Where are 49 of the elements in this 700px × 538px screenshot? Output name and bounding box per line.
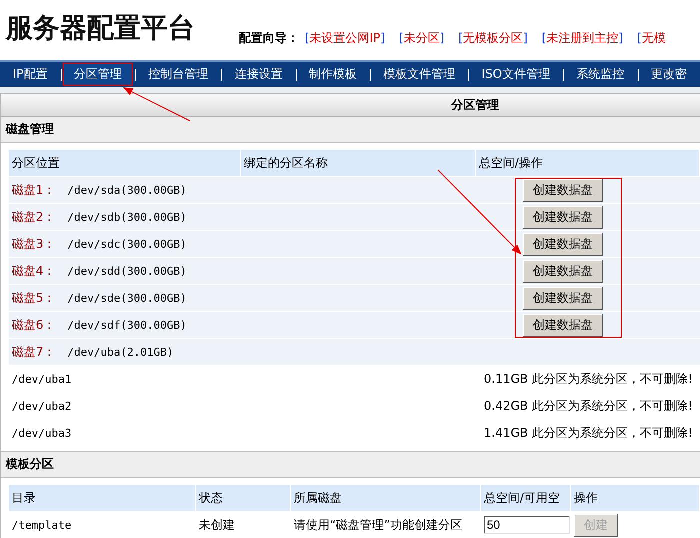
disk-cell-text: 磁盘2： /dev/sdb(300.00GB) [11,208,188,226]
guide-link[interactable]: [无模板分区] [458,30,528,47]
disk-cell-text: 磁盘3： /dev/sdc(300.00GB) [11,236,188,252]
create-disk-button[interactable]: 创建数据盘 [523,178,603,202]
table-cell-text: /template [11,518,73,532]
page-title: 服务器配置平台 [6,12,195,46]
column-header: 绑定的分区名称 [241,150,476,176]
nav-tab[interactable]: 更改密 [640,63,698,86]
nav-tab[interactable]: 制作模板 [298,63,368,86]
disk-cell-text: 磁盘6： /dev/sdf(300.00GB) [11,316,188,334]
guide-link[interactable]: [未注册到主控] [542,30,624,47]
nav-tab[interactable]: 控制台管理 [137,63,220,86]
disk-cell-text: 磁盘1： /dev/sda(300.00GB) [11,182,188,198]
create-disk-button[interactable]: 创建数据盘 [523,260,603,282]
create-disk-button[interactable]: 创建数据盘 [523,232,603,256]
column-header: 总空间/操作 [476,150,700,176]
section-title: 模板分区 [1,451,700,478]
partition-path: /dev/uba3 [11,426,73,440]
partition-path: /dev/uba1 [11,372,73,386]
column-header: 总空间/可用空 [481,485,571,511]
disk-cell-text: 磁盘4： /dev/sdd(300.00GB) [11,262,188,280]
column-header: 所属磁盘 [291,485,481,511]
guide-link[interactable]: [未设置公网IP] [305,30,386,47]
partition-info: 1.41GB 此分区为系统分区，不可删除! [483,424,694,442]
nav-tab[interactable]: 连接设置 [224,63,294,86]
column-header: 操作 [571,485,700,511]
nav-tab[interactable]: 系统监控 [566,63,636,86]
table-cell-text: 请使用“磁盘管理”功能创建分区 [293,516,464,534]
panel-title: 分区管理 [1,94,700,117]
nav-tab[interactable]: 模板文件管理 [372,63,466,86]
table-cell-text: 未创建 [198,516,236,534]
disk-cell-text: 磁盘7： /dev/uba(2.01GB) [11,344,175,360]
disk-cell-text: 磁盘5： /dev/sde(300.00GB) [11,290,188,306]
partition-info: 0.11GB 此分区为系统分区，不可删除! [483,370,694,388]
create-disk-button[interactable]: 创建数据盘 [523,206,603,228]
create-disk-button[interactable]: 创建数据盘 [523,286,603,310]
partition-path: /dev/uba2 [11,400,73,412]
create-disk-button[interactable]: 创建数据盘 [523,314,603,336]
section-title: 磁盘管理 [1,117,700,143]
guide-link[interactable]: [无模 [637,30,666,47]
nav-tab[interactable]: IP配置 [2,63,59,86]
partition-info: 0.42GB 此分区为系统分区，不可删除! [483,398,694,414]
annotation-arrow [123,88,190,122]
guide-label: 配置向导： [239,30,299,47]
nav-tab[interactable]: 分区管理 [63,63,134,86]
column-header: 状态 [196,485,291,511]
column-header: 分区位置 [9,150,241,176]
guide-link[interactable]: [未分区] [399,30,445,47]
nav-tab[interactable]: ISO文件管理 [470,63,562,86]
